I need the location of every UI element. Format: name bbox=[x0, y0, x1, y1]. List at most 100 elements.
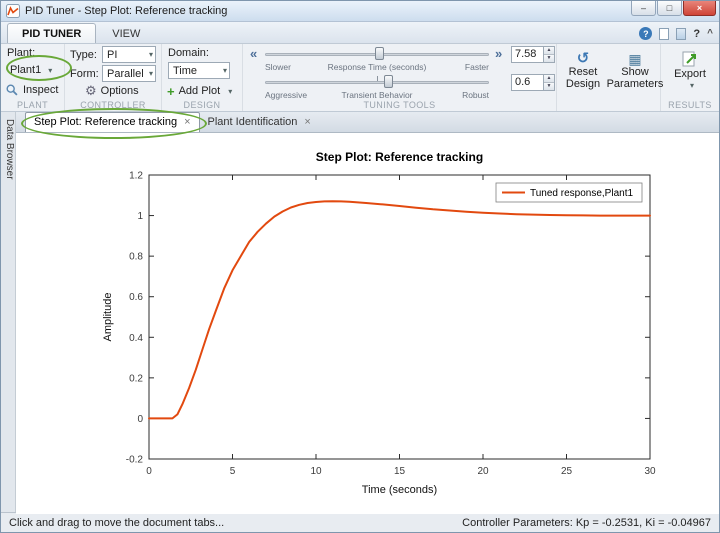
legend-label: Tuned response,Plant1 bbox=[530, 188, 633, 199]
x-tick-label: 10 bbox=[310, 466, 322, 477]
x-tick-label: 5 bbox=[230, 466, 236, 477]
domain-label: Domain: bbox=[168, 47, 209, 59]
transient-slider-labels: Aggressive Transient Behavior Robust bbox=[265, 90, 489, 100]
reset-line1: Reset bbox=[568, 66, 598, 78]
help-icon[interactable]: ? bbox=[639, 27, 653, 40]
spin-up-icon[interactable]: ▲ bbox=[544, 75, 554, 83]
form-combobox[interactable]: Parallel ▾ bbox=[102, 65, 156, 82]
domain-value: Time bbox=[173, 64, 198, 77]
section-label-plant: PLANT bbox=[16, 100, 48, 110]
x-axis-label: Time (seconds) bbox=[362, 484, 437, 496]
magnifier-icon bbox=[6, 84, 18, 96]
section-controller: Type: PI ▾ Form: Parallel ▾ ⚙ Options CO… bbox=[65, 44, 162, 111]
options-button[interactable]: ⚙ Options bbox=[85, 84, 139, 97]
reset-line2: Design bbox=[565, 78, 601, 90]
x-tick-label: 15 bbox=[394, 466, 406, 477]
x-tick-label: 30 bbox=[644, 466, 656, 477]
chevron-down-icon: ▾ bbox=[148, 50, 153, 59]
tab-view[interactable]: VIEW bbox=[98, 24, 154, 43]
response-slider-handle[interactable] bbox=[375, 47, 385, 60]
tab-plant-identification[interactable]: Plant Identification × bbox=[200, 113, 319, 132]
titlebar[interactable]: PID Tuner - Step Plot: Reference trackin… bbox=[1, 1, 719, 22]
section-label-design: DESIGN bbox=[183, 100, 221, 110]
type-value: PI bbox=[107, 48, 118, 61]
toolstrip-tab-row: PID TUNER VIEW ? ? ^ bbox=[1, 22, 719, 44]
status-controller-parameters: Controller Parameters: Kp = -0.2531, Ki … bbox=[462, 516, 711, 529]
app-icon bbox=[6, 4, 20, 18]
plant-label: Plant: bbox=[7, 47, 36, 59]
doc-search-icon[interactable] bbox=[676, 27, 687, 40]
transient-slider[interactable] bbox=[265, 75, 489, 89]
options-label: Options bbox=[100, 85, 139, 97]
y-tick-label: 0.6 bbox=[129, 292, 143, 303]
table-icon: ▦ bbox=[628, 51, 642, 67]
doc-page-icon[interactable] bbox=[659, 27, 670, 40]
close-icon[interactable]: × bbox=[304, 116, 310, 128]
window-title: PID Tuner - Step Plot: Reference trackin… bbox=[25, 5, 228, 17]
transient-value[interactable]: 0.6 bbox=[511, 74, 543, 91]
response-faster-chevron-icon[interactable]: » bbox=[495, 47, 502, 61]
section-actions: ↺ Reset Design ▦ Show Parameters bbox=[557, 44, 664, 111]
spin-down-icon[interactable]: ▼ bbox=[544, 83, 554, 90]
section-label-controller: CONTROLLER bbox=[80, 100, 146, 110]
window-controls: – □ × bbox=[630, 1, 719, 16]
chevron-down-icon: ▾ bbox=[228, 86, 233, 96]
transient-slider-handle[interactable] bbox=[384, 75, 394, 88]
y-tick-label: 1.2 bbox=[129, 171, 143, 182]
plant-dropdown-value: Plant1 bbox=[10, 64, 42, 76]
tab-step-plot-label: Step Plot: Reference tracking bbox=[34, 116, 178, 128]
chevron-down-icon: ▾ bbox=[48, 65, 53, 75]
y-tick-label: 0.4 bbox=[129, 333, 143, 344]
step-plot-chart: 0 5 10 15 20 25 30-0.200.20.40.60.811.2Step Pl… bbox=[102, 150, 656, 496]
domain-combobox[interactable]: Time ▾ bbox=[168, 62, 230, 79]
pid-tuner-window: PID Tuner - Step Plot: Reference trackin… bbox=[0, 0, 720, 533]
slider-center-tick bbox=[377, 76, 378, 81]
spin-up-icon[interactable]: ▲ bbox=[544, 47, 554, 55]
help-glyph: ? bbox=[643, 28, 649, 39]
reset-design-button[interactable]: ↺ Reset Design bbox=[557, 51, 609, 90]
spin-down-icon[interactable]: ▼ bbox=[544, 55, 554, 62]
y-axis-label: Amplitude bbox=[102, 293, 114, 342]
chevron-down-icon: ▾ bbox=[689, 81, 694, 90]
status-left-text: Click and drag to move the document tabs… bbox=[9, 516, 225, 529]
response-slower-chevron-icon[interactable]: « bbox=[250, 47, 257, 61]
axes-box bbox=[148, 174, 651, 460]
minimize-button[interactable]: – bbox=[631, 1, 656, 16]
collapse-toolstrip-icon[interactable]: ^ bbox=[707, 28, 713, 39]
export-label: Export bbox=[674, 68, 706, 80]
document-area: Step Plot: Reference tracking × Plant Id… bbox=[16, 112, 719, 514]
data-browser-strip[interactable]: Data Browser bbox=[1, 112, 16, 512]
inspect-button[interactable]: Inspect bbox=[5, 83, 58, 97]
type-combobox[interactable]: PI ▾ bbox=[102, 46, 156, 63]
tab-step-plot[interactable]: Step Plot: Reference tracking × bbox=[25, 112, 200, 132]
section-plant: Plant: Plant1 ▾ Inspect PLANT bbox=[1, 44, 65, 111]
question-icon[interactable]: ? bbox=[693, 28, 700, 40]
response-slider-labels: Slower Response Time (seconds) Faster bbox=[265, 62, 489, 72]
add-plot-button[interactable]: + Add Plot ▾ bbox=[167, 85, 233, 98]
form-value: Parallel bbox=[107, 67, 144, 80]
show-parameters-button[interactable]: ▦ Show Parameters bbox=[606, 51, 664, 90]
tab-plant-identification-label: Plant Identification bbox=[207, 116, 298, 128]
y-tick-label: 0.2 bbox=[129, 373, 143, 384]
x-tick-label: 25 bbox=[561, 466, 573, 477]
inspect-label: Inspect bbox=[23, 84, 59, 96]
show-line1: Show bbox=[621, 66, 649, 78]
chevron-down-icon: ▾ bbox=[148, 69, 153, 78]
export-button[interactable]: Export ▾ bbox=[661, 50, 719, 92]
show-line2: Parameters bbox=[606, 78, 664, 90]
document-tab-bar: Step Plot: Reference tracking × Plant Id… bbox=[16, 112, 719, 133]
section-design: Domain: Time ▾ + Add Plot ▾ DESIGN bbox=[162, 44, 243, 111]
section-results: Export ▾ RESULTS bbox=[661, 44, 719, 111]
close-icon[interactable]: × bbox=[184, 116, 190, 128]
response-spinner: ▲ ▼ bbox=[543, 46, 555, 63]
maximize-button[interactable]: □ bbox=[657, 1, 682, 16]
x-tick-label: 0 bbox=[146, 466, 152, 477]
tab-pid-tuner[interactable]: PID TUNER bbox=[7, 23, 97, 43]
response-time-value[interactable]: 7.58 bbox=[511, 46, 543, 63]
plant-dropdown[interactable]: Plant1 ▾ bbox=[10, 64, 52, 76]
close-button[interactable]: × bbox=[683, 1, 716, 16]
add-plot-label: Add Plot bbox=[178, 85, 221, 97]
transient-field: 0.6 ▲ ▼ bbox=[511, 74, 555, 91]
response-time-field: 7.58 ▲ ▼ bbox=[511, 46, 555, 63]
response-time-slider[interactable] bbox=[265, 47, 489, 61]
